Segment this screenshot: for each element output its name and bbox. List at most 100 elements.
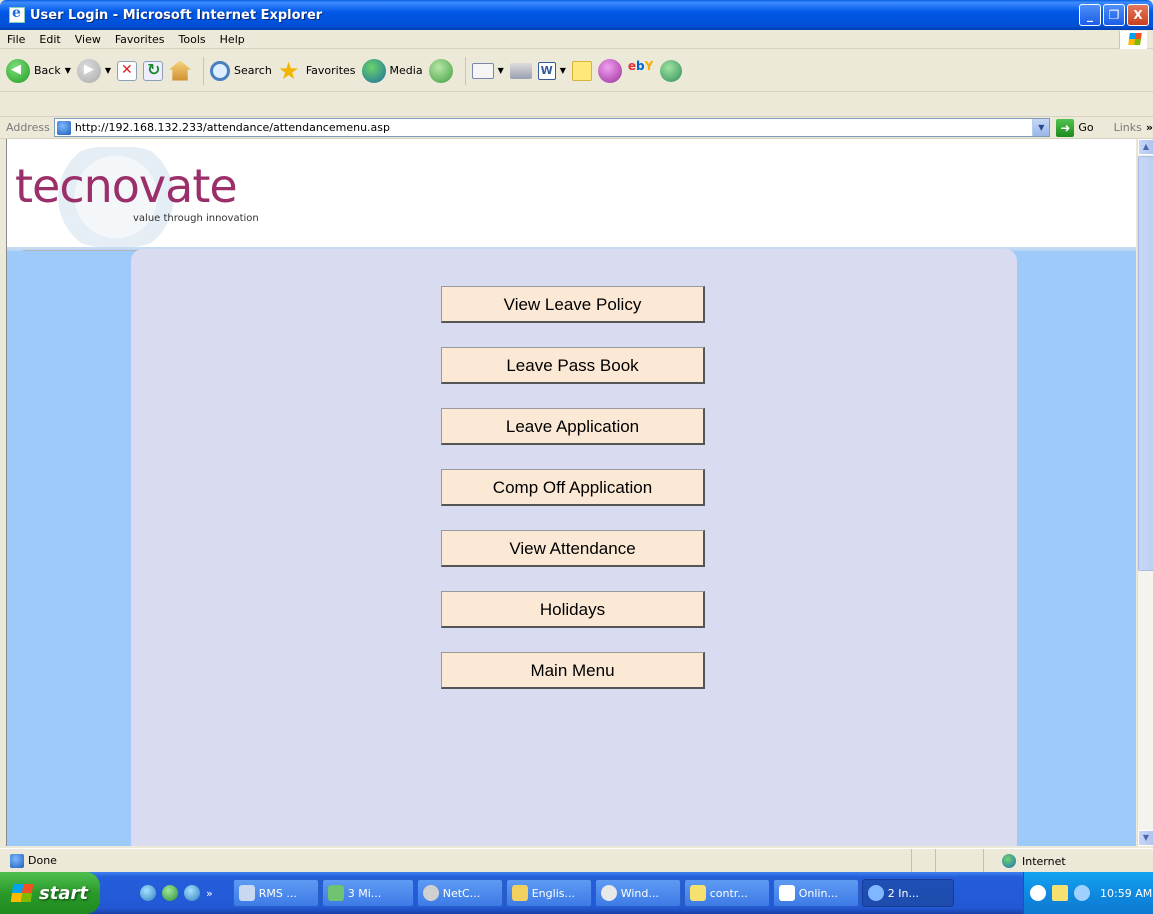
logo-wordmark: tecnovate	[15, 159, 238, 213]
task-label: RMS ...	[258, 886, 297, 900]
forward-button[interactable]: ▼	[76, 58, 111, 83]
refresh-icon	[143, 60, 164, 81]
scroll-thumb[interactable]	[1138, 156, 1153, 571]
close-button[interactable]: X	[1127, 4, 1149, 26]
taskbar-button[interactable]: Onlin...	[772, 879, 859, 907]
menu-help[interactable]: Help	[213, 33, 252, 46]
mail-dropdown-icon[interactable]: ▼	[498, 66, 504, 75]
menu-bar: File Edit View Favorites Tools Help	[0, 30, 1153, 49]
taskbar-button[interactable]: NetC...	[416, 879, 503, 907]
address-url[interactable]: http://192.168.132.233/attendance/attend…	[75, 121, 390, 134]
forward-dropdown-icon[interactable]: ▼	[105, 66, 111, 75]
messenger-button[interactable]	[597, 58, 622, 83]
taskbar-button[interactable]: 3 Mi...	[321, 879, 414, 907]
ie-page-icon	[9, 5, 25, 23]
contacts-button[interactable]	[659, 59, 682, 82]
page-icon	[56, 120, 71, 135]
quick-launch: »	[140, 885, 213, 901]
tray-vb-icon[interactable]	[1052, 885, 1068, 901]
main-menu-button[interactable]: Main Menu	[441, 652, 705, 689]
back-label: Back	[34, 64, 61, 77]
taskbar-button[interactable]: contr...	[683, 879, 770, 907]
scroll-down-icon[interactable]: ▼	[1138, 830, 1153, 846]
address-bar: Address http://192.168.132.233/attendanc…	[0, 117, 1153, 139]
task-label: Onlin...	[798, 886, 838, 900]
links-label: Links	[1113, 121, 1142, 134]
holidays-button[interactable]: Holidays	[441, 591, 705, 628]
maximize-button[interactable]: ❐	[1103, 4, 1125, 26]
address-dropdown-icon[interactable]: ▼	[1032, 119, 1050, 136]
edit-word-button[interactable]: W ▼	[537, 61, 566, 80]
search-button[interactable]: Search	[210, 60, 272, 81]
globe-icon	[1002, 854, 1016, 868]
comp-off-application-button[interactable]: Comp Off Application	[441, 469, 705, 506]
history-button[interactable]	[428, 58, 453, 83]
stop-button[interactable]	[117, 60, 138, 81]
ebay-letter-e: e	[627, 58, 637, 73]
taskbar-button[interactable]: RMS ...	[232, 879, 319, 907]
media-button[interactable]: Media	[361, 58, 423, 83]
start-label: start	[39, 882, 88, 904]
minimize-button[interactable]: _	[1079, 4, 1101, 26]
home-button[interactable]	[169, 60, 192, 81]
taskbar-button[interactable]: Wind...	[594, 879, 681, 907]
scroll-up-icon[interactable]: ▲	[1138, 139, 1153, 155]
menu-view[interactable]: View	[68, 33, 108, 46]
media-icon	[361, 58, 386, 83]
page-header: tecnovate value through innovation	[7, 139, 1136, 251]
windows-logo-icon	[1119, 31, 1147, 49]
app-quicklaunch-icon[interactable]	[162, 885, 178, 901]
view-attendance-button[interactable]: View Attendance	[441, 530, 705, 567]
browser-quicklaunch-icon[interactable]	[184, 885, 200, 901]
mail-button[interactable]: ▼	[471, 62, 504, 79]
favorites-button[interactable]: ★ Favorites	[278, 59, 356, 83]
task-label: contr...	[709, 886, 748, 900]
links-toolbar[interactable]: Links »	[1114, 121, 1153, 134]
address-input[interactable]: http://192.168.132.233/attendance/attend…	[53, 118, 1051, 137]
ebay-button[interactable]: ebY	[628, 59, 654, 83]
media-label: Media	[389, 64, 423, 77]
rms-task-icon	[238, 885, 255, 901]
messenger-icon	[597, 58, 622, 83]
mail-icon	[471, 62, 494, 79]
back-button[interactable]: Back ▼	[6, 58, 71, 83]
taskbar-button[interactable]: 2 In...	[861, 879, 954, 907]
vertical-scrollbar[interactable]: ▲ ▼	[1137, 139, 1153, 846]
outlook-task-icon	[327, 885, 344, 901]
home-icon	[169, 60, 192, 81]
history-icon	[428, 58, 453, 83]
tray-network-icon[interactable]	[1074, 885, 1090, 901]
people-icon	[659, 59, 682, 82]
stop-icon	[117, 60, 138, 81]
refresh-button[interactable]	[143, 60, 164, 81]
go-button[interactable]: ➜ Go	[1056, 118, 1094, 137]
printer-icon	[509, 62, 532, 79]
print-button[interactable]	[509, 62, 532, 79]
window-titlebar[interactable]: User Login - Microsoft Internet Explorer…	[0, 0, 1153, 30]
favorites-label: Favorites	[305, 64, 356, 77]
menu-tools[interactable]: Tools	[172, 33, 213, 46]
taskbar-button[interactable]: Englis...	[505, 879, 592, 907]
forward-arrow-icon	[76, 58, 101, 83]
leave-pass-book-button[interactable]: Leave Pass Book	[441, 347, 705, 384]
view-leave-policy-button[interactable]: View Leave Policy	[441, 286, 705, 323]
menu-file[interactable]: File	[0, 33, 32, 46]
quicklaunch-more-icon[interactable]: »	[206, 887, 213, 900]
start-button[interactable]: start	[0, 872, 100, 914]
status-cell	[911, 849, 935, 873]
back-dropdown-icon[interactable]: ▼	[65, 66, 71, 75]
note-icon	[571, 60, 592, 81]
leave-application-button[interactable]: Leave Application	[441, 408, 705, 445]
word-icon: W	[537, 61, 556, 80]
menu-favorites[interactable]: Favorites	[108, 33, 172, 46]
ebay-icon: ebY	[628, 59, 654, 83]
ie-quicklaunch-icon[interactable]	[140, 885, 156, 901]
notes-button[interactable]	[571, 60, 592, 81]
tray-arrow-icon[interactable]	[1030, 885, 1046, 901]
links-more-icon[interactable]: »	[1146, 121, 1153, 134]
go-label: Go	[1078, 121, 1094, 134]
edit-dropdown-icon[interactable]: ▼	[560, 66, 566, 75]
star-icon: ★	[277, 56, 300, 85]
menu-edit[interactable]: Edit	[32, 33, 67, 46]
clock[interactable]: 10:59 AM	[1100, 887, 1152, 900]
